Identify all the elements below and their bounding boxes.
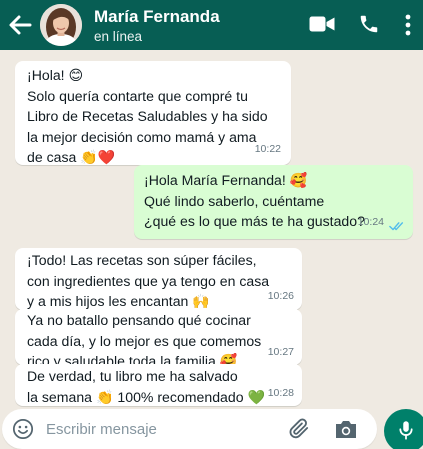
phone-icon[interactable] [358,13,380,35]
message-time: 10:26 [267,290,294,303]
contact-status: en línea [94,29,143,44]
message-time: 10:27 [267,346,294,359]
message-text: De verdad, tu libro me ha salvado la sem… [27,368,266,405]
message-bubble-incoming[interactable]: Ya no batallo pensando qué cocinar cada … [15,309,302,369]
chat-header: María Fernanda en línea [0,0,423,50]
contact-name[interactable]: María Fernanda [94,7,220,27]
camera-icon[interactable] [334,418,358,440]
message-text: ¡Todo! Las recetas son súper fáciles, co… [27,252,270,310]
read-receipt-icon [389,222,404,231]
message-time: 10:24 [357,216,384,229]
message-text: ¡Hola! 😊 Solo quería contarte que compré… [27,67,268,166]
message-time: 10:22 [254,143,281,156]
chat-area[interactable]: ¡Hola! 😊 Solo quería contarte que compré… [0,50,423,406]
avatar[interactable] [40,4,82,46]
emoji-icon[interactable] [12,418,34,440]
message-text: Ya no batallo pensando qué cocinar cada … [27,312,262,370]
microphone-button[interactable] [384,409,423,449]
message-composer [2,409,377,449]
microphone-icon [399,421,413,440]
message-time: 10:28 [267,387,294,400]
message-bubble-incoming[interactable]: De verdad, tu libro me ha salvado la sem… [15,364,302,406]
attach-icon[interactable] [288,417,311,440]
message-bubble-incoming[interactable]: ¡Todo! Las recetas son súper fáciles, co… [15,248,302,310]
message-bubble-outgoing[interactable]: ¡Hola María Fernanda! 🥰 Qué lindo saberl… [134,165,413,239]
video-call-icon[interactable] [309,15,335,33]
more-options-icon[interactable] [405,14,411,36]
message-input[interactable] [46,416,276,442]
back-arrow-icon[interactable] [6,12,34,38]
message-bubble-incoming[interactable]: ¡Hola! 😊 Solo quería contarte que compré… [15,61,291,165]
